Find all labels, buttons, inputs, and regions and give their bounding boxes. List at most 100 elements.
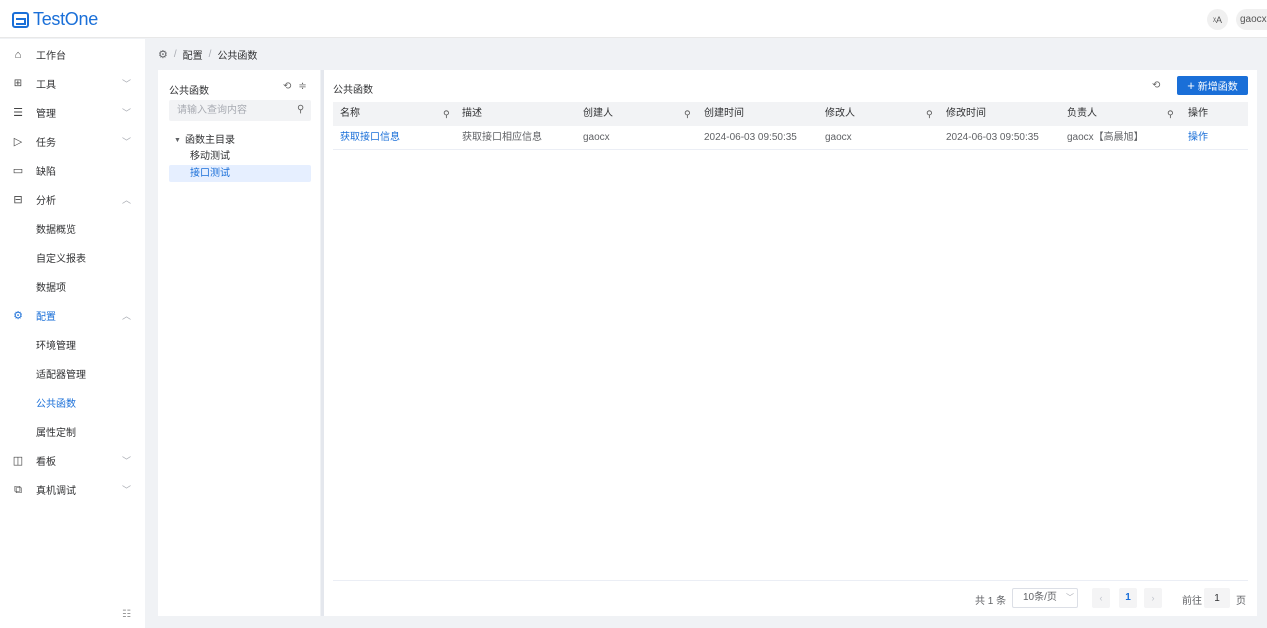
tree-node-label: 函数主目录 bbox=[185, 135, 235, 146]
pagination: 共 1 条 10条/页 ﹀ ‹ 1 › 前往 页 bbox=[324, 588, 1257, 608]
send-icon: ▷ bbox=[13, 135, 23, 148]
add-function-button[interactable]: + 新增函数 bbox=[1177, 76, 1248, 95]
sidebar-item-label: 管理 bbox=[36, 109, 56, 120]
sidebar-item-label: 配置 bbox=[36, 312, 56, 323]
panel-icon: ◫ bbox=[12, 454, 24, 467]
column-header-modified-time[interactable]: 修改时间 bbox=[946, 102, 986, 126]
tree-search: ⚲ bbox=[169, 100, 311, 121]
gear-icon: ⚙ bbox=[13, 309, 23, 322]
prev-page-button[interactable]: ‹ bbox=[1092, 588, 1110, 608]
breadcrumb: ⚙ / 配置 / 公共函数 bbox=[158, 47, 258, 62]
sidebar-item-adapters[interactable]: 适配器管理 bbox=[0, 359, 145, 388]
next-page-button[interactable]: › bbox=[1144, 588, 1162, 608]
main-panel-title: 公共函数 bbox=[333, 85, 373, 96]
column-header-owner[interactable]: 负责人 bbox=[1067, 102, 1097, 126]
chevron-down-icon: ﹀ bbox=[122, 456, 132, 466]
table-row[interactable]: 获取接口信息 获取接口相应信息 gaocx 2024-06-03 09:50:3… bbox=[333, 126, 1248, 150]
sidebar-item-tasks[interactable]: ▷ 任务 ﹀ bbox=[0, 127, 145, 156]
sidebar-item-attributes[interactable]: 属性定制 bbox=[0, 417, 145, 446]
column-header-creator[interactable]: 创建人 bbox=[583, 102, 613, 126]
search-icon[interactable]: ⚲ bbox=[1167, 102, 1174, 126]
refresh-icon[interactable]: ⟲ bbox=[283, 81, 291, 92]
sidebar-item-environment[interactable]: 环境管理 bbox=[0, 330, 145, 359]
tree-search-input[interactable] bbox=[177, 100, 292, 121]
cell-owner: gaocx【高晨旭】 bbox=[1067, 132, 1144, 143]
sidebar-item-label: 分析 bbox=[36, 196, 56, 207]
home-icon: ⌂ bbox=[14, 48, 22, 61]
sidebar-item-label: 缺陷 bbox=[36, 167, 56, 178]
sidebar: ⌂ 工作台 ⊞ 工具 ﹀ ☰ 管理 ﹀ ▷ 任务 ﹀ ▭ 缺陷 ⊟ 分析 ︿ 数… bbox=[0, 39, 145, 628]
page-size-select[interactable]: 10条/页 ﹀ bbox=[1012, 588, 1078, 608]
grid-icon: ⊞ bbox=[13, 77, 23, 89]
page-number-current[interactable]: 1 bbox=[1119, 588, 1137, 608]
sidebar-item-label: 公共函数 bbox=[36, 399, 76, 410]
refresh-icon[interactable]: ⟲ bbox=[1152, 80, 1160, 91]
sidebar-item-dashboard[interactable]: ◫ 看板 ﹀ bbox=[0, 446, 145, 475]
tree-node-label: 移动测试 bbox=[190, 151, 230, 162]
sidebar-item-config[interactable]: ⚙ 配置 ︿ bbox=[0, 301, 145, 330]
sidebar-item-label: 属性定制 bbox=[36, 428, 76, 439]
sidebar-item-data-items[interactable]: 数据项 bbox=[0, 272, 145, 301]
page-size-value: 10条/页 bbox=[1023, 592, 1057, 603]
sidebar-item-public-functions[interactable]: 公共函数 bbox=[0, 388, 145, 417]
sidebar-item-defects[interactable]: ▭ 缺陷 bbox=[0, 156, 145, 185]
sidebar-item-management[interactable]: ☰ 管理 ﹀ bbox=[0, 98, 145, 127]
sidebar-item-analysis[interactable]: ⊟ 分析 ︿ bbox=[0, 185, 145, 214]
caret-down-icon[interactable]: ▼ bbox=[174, 132, 181, 149]
app-title: TestOne bbox=[33, 9, 98, 29]
document-icon: ▭ bbox=[12, 164, 24, 177]
sidebar-item-device-debug[interactable]: ⧉ 真机调试 ﹀ bbox=[0, 475, 145, 504]
sidebar-item-label: 工具 bbox=[36, 80, 56, 91]
column-header-description[interactable]: 描述 bbox=[462, 102, 482, 126]
search-icon[interactable]: ⚲ bbox=[684, 102, 691, 126]
goto-page-input[interactable] bbox=[1204, 588, 1230, 608]
top-bar: TestOne ᵡA gaocx bbox=[0, 0, 1267, 38]
function-list-panel: 公共函数 ⟲ + 新增函数 名称 ⚲ 描述 创建人 ⚲ 创建时间 修改人 ⚲ 修… bbox=[324, 70, 1257, 616]
tree-node-root[interactable]: ▼ 函数主目录 bbox=[169, 132, 311, 149]
goto-label: 前往 bbox=[1182, 596, 1202, 607]
column-header-name[interactable]: 名称 bbox=[340, 102, 360, 126]
sidebar-item-label: 自定义报表 bbox=[36, 254, 86, 265]
sidebar-item-label: 看板 bbox=[36, 457, 56, 468]
sidebar-item-label: 环境管理 bbox=[36, 341, 76, 352]
function-tree-panel: 公共函数 ⟲ ≑ ⚲ ▼ 函数主目录 移动测试 接口测试 bbox=[158, 70, 320, 616]
list-icon: ☰ bbox=[13, 106, 23, 119]
collapse-sidebar-icon[interactable]: ☷ bbox=[122, 609, 131, 620]
tree-node-mobile-test[interactable]: 移动测试 bbox=[169, 148, 311, 165]
cell-modified-time: 2024-06-03 09:50:35 bbox=[946, 132, 1039, 143]
search-icon[interactable]: ⚲ bbox=[926, 102, 933, 126]
add-function-label: 新增函数 bbox=[1197, 82, 1238, 93]
sidebar-item-custom-report[interactable]: 自定义报表 bbox=[0, 243, 145, 272]
sidebar-item-label: 工作台 bbox=[36, 51, 66, 62]
chevron-down-icon: ﹀ bbox=[122, 79, 132, 89]
sidebar-item-data-overview[interactable]: 数据概览 bbox=[0, 214, 145, 243]
row-actions-link[interactable]: 操作 bbox=[1188, 126, 1208, 150]
sidebar-item-workbench[interactable]: ⌂ 工作台 bbox=[0, 40, 145, 69]
sidebar-item-label: 适配器管理 bbox=[36, 370, 86, 381]
page-unit-label: 页 bbox=[1236, 596, 1246, 607]
column-header-created-time[interactable]: 创建时间 bbox=[704, 102, 744, 126]
search-icon[interactable]: ⚲ bbox=[443, 102, 450, 126]
column-header-modifier[interactable]: 修改人 bbox=[825, 102, 855, 126]
cell-description: 获取接口相应信息 bbox=[462, 132, 542, 143]
divider bbox=[333, 580, 1248, 581]
chevron-down-icon: ﹀ bbox=[1066, 593, 1074, 602]
plus-icon: + bbox=[1187, 77, 1195, 93]
search-icon[interactable]: ⚲ bbox=[297, 104, 304, 115]
user-menu[interactable]: gaocx bbox=[1236, 9, 1267, 30]
translate-icon[interactable]: ᵡA bbox=[1207, 9, 1228, 30]
cell-name-link[interactable]: 获取接口信息 bbox=[340, 126, 400, 150]
cell-creator: gaocx bbox=[583, 132, 610, 143]
cell-modifier: gaocx bbox=[825, 132, 852, 143]
calendar-icon: ⊟ bbox=[13, 193, 23, 206]
sidebar-item-tools[interactable]: ⊞ 工具 ﹀ bbox=[0, 69, 145, 98]
tree-node-api-test[interactable]: 接口测试 bbox=[169, 165, 311, 182]
chevron-down-icon: ﹀ bbox=[122, 485, 132, 495]
chevron-up-icon: ︿ bbox=[122, 195, 132, 205]
breadcrumb-item-config[interactable]: 配置 bbox=[183, 47, 203, 62]
pagination-total: 共 1 条 bbox=[975, 596, 1007, 607]
filter-icon[interactable]: ≑ bbox=[298, 81, 306, 92]
app-logo[interactable]: TestOne bbox=[12, 9, 98, 30]
chevron-down-icon: ﹀ bbox=[122, 137, 132, 147]
gear-icon[interactable]: ⚙ bbox=[158, 48, 168, 61]
